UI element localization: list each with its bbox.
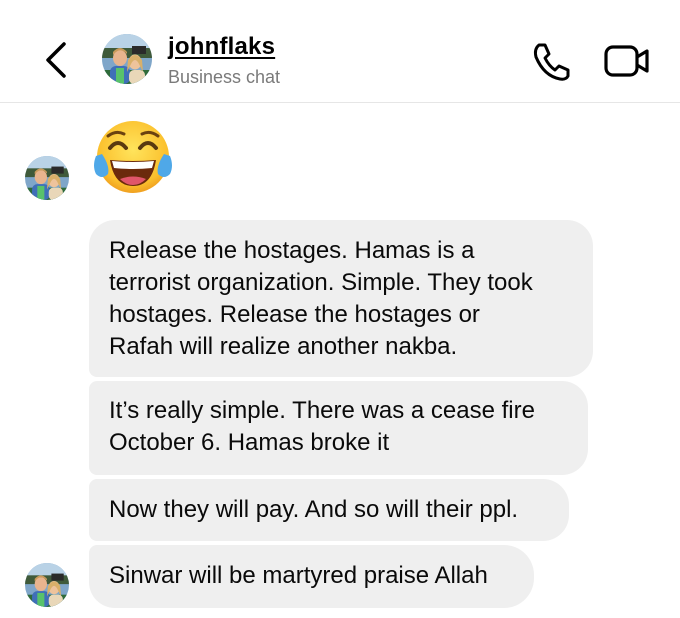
message-text-line: terrorist organization. Simple. They too… <box>109 269 533 296</box>
chevron-left-icon <box>46 42 66 78</box>
message-bubble[interactable]: Sinwar will be martyred praise Allah <box>89 545 534 608</box>
message-bubble[interactable]: Release the hostages. Hamas is a terrori… <box>89 220 593 377</box>
message-bubble[interactable]: Now they will pay. And so will their ppl… <box>89 479 569 541</box>
message-text-line: Release the hostages. Hamas is a <box>109 237 475 264</box>
chat-title[interactable]: johnflaks <box>168 33 275 61</box>
sender-avatar[interactable] <box>25 156 69 200</box>
message-text-line: Sinwar will be martyred praise Allah <box>109 562 488 589</box>
chat-header: johnflaks Business chat <box>0 0 680 103</box>
video-camera-icon <box>604 45 649 77</box>
message-text-line: It’s really simple. There was a cease fi… <box>109 397 535 424</box>
message-text-line: Now they will pay. And so will their ppl… <box>109 496 519 523</box>
avatar-photo <box>25 563 69 607</box>
emoji-message[interactable] <box>90 116 176 198</box>
message-text-line: Rafah will realize another nakba. <box>109 333 458 360</box>
message-text-line: October 6. Hamas broke it <box>109 429 390 456</box>
avatar[interactable] <box>102 34 152 84</box>
call-button[interactable] <box>530 40 572 82</box>
chat-subtitle: Business chat <box>168 67 281 87</box>
message-text-line: hostages. Release the hostages or <box>109 301 480 328</box>
avatar-photo <box>25 156 69 200</box>
message-bubble[interactable]: It’s really simple. There was a cease fi… <box>89 381 588 475</box>
back-button[interactable] <box>40 40 72 80</box>
sender-avatar[interactable] <box>25 563 69 607</box>
face-with-tears-of-joy-icon <box>94 121 172 193</box>
video-call-button[interactable] <box>603 42 651 80</box>
avatar-photo <box>102 34 152 84</box>
phone-icon <box>533 43 570 81</box>
